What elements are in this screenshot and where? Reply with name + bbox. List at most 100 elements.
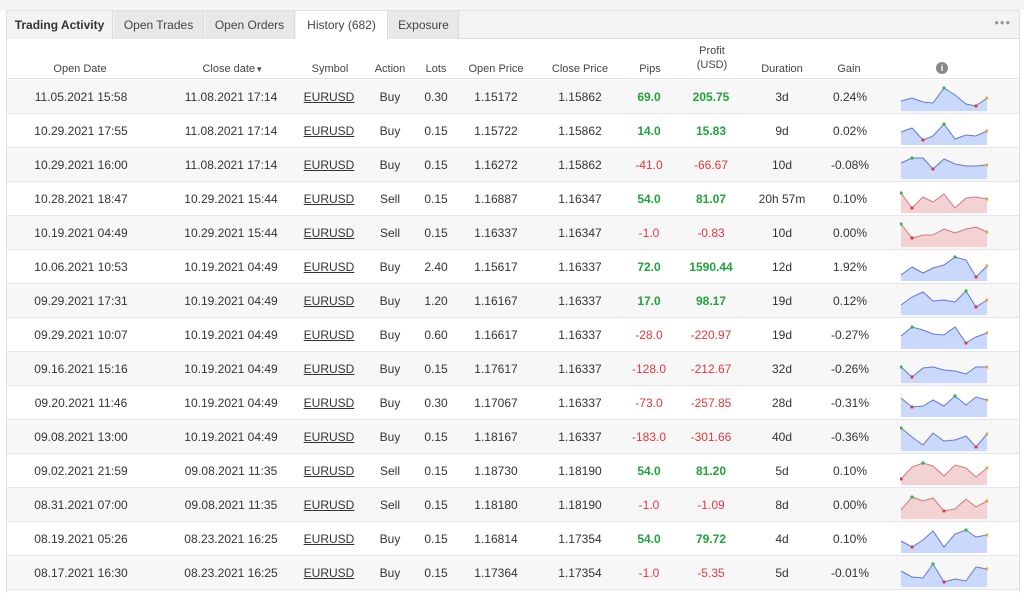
table-row[interactable]: 09.08.2021 13:00 10.19.2021 04:49 EURUSD Bu… [7, 420, 1019, 454]
action-cell: Buy [379, 260, 401, 274]
action-cell: Sell [379, 226, 400, 240]
symbol-link[interactable]: EURUSD [299, 352, 359, 386]
close-date-cell: 10.19.2021 04:49 [184, 260, 278, 274]
table-row[interactable]: 09.16.2021 15:16 10.19.2021 04:49 EURUSD Bu… [7, 352, 1019, 386]
trade-sparkline [900, 394, 988, 417]
action-cell: Buy [379, 90, 401, 104]
sparkline-high-dot [931, 562, 935, 566]
duration-cell: 4d [775, 532, 789, 546]
profit-cell: -212.67 [690, 362, 732, 376]
pips-cell: -183.0 [631, 430, 667, 444]
table-row[interactable]: 11.05.2021 15:58 11.08.2021 17:14 EURUSD Bu… [7, 80, 1019, 114]
symbol-link[interactable]: EURUSD [299, 318, 359, 352]
duration-cell: 9d [775, 124, 789, 138]
col-gain[interactable]: Gain [827, 40, 871, 79]
tab-exposure[interactable]: Exposure [389, 11, 459, 39]
table-row[interactable]: 09.29.2021 10:07 10.19.2021 04:49 EURUSD Bu… [7, 318, 1019, 352]
col-pips[interactable]: Pips [631, 40, 669, 79]
table-row[interactable]: 09.29.2021 17:31 10.19.2021 04:49 EURUSD Bu… [7, 284, 1019, 318]
info-icon[interactable]: i [936, 62, 948, 74]
sparkline-high-dot [942, 122, 946, 126]
symbol-link[interactable]: EURUSD [299, 114, 359, 148]
sparkline-low-dot [974, 305, 978, 309]
table-row[interactable]: 08.17.2021 16:30 08.23.2021 16:25 EURUSD Bu… [7, 556, 1019, 590]
sort-desc-icon: ▾ [257, 64, 262, 74]
close-price-cell: 1.16337 [558, 362, 602, 376]
tab-open-orders[interactable]: Open Orders [205, 11, 295, 39]
symbol-link[interactable]: EURUSD [299, 284, 359, 318]
table-row[interactable]: 09.02.2021 21:59 09.08.2021 11:35 EURUSD Se… [7, 454, 1019, 488]
table-row[interactable]: 10.28.2021 18:47 10.29.2021 15:44 EURUSD Se… [7, 182, 1019, 216]
col-profit[interactable]: Profit (USD) [685, 40, 739, 79]
sparkline-low-dot [910, 405, 914, 409]
profit-cell: -5.35 [697, 566, 725, 580]
more-options-icon[interactable]: ••• [994, 15, 1011, 30]
pips-cell: -73.0 [635, 396, 663, 410]
duration-cell: 5d [775, 566, 789, 580]
col-close-date[interactable]: Close date ▾ [179, 40, 285, 79]
open-date-cell: 10.28.2021 18:47 [34, 192, 128, 206]
table-row[interactable]: 10.06.2021 10:53 10.19.2021 04:49 EURUSD Bu… [7, 250, 1019, 284]
close-date-cell: 08.23.2021 16:25 [184, 532, 278, 546]
symbol-link[interactable]: EURUSD [299, 556, 359, 590]
symbol-link[interactable]: EURUSD [299, 420, 359, 454]
symbol-link[interactable]: EURUSD [299, 488, 359, 522]
table-row[interactable]: 10.19.2021 04:49 10.29.2021 15:44 EURUSD Se… [7, 216, 1019, 250]
open-date-cell: 08.17.2021 16:30 [34, 566, 128, 580]
symbol-link[interactable]: EURUSD [299, 148, 359, 182]
close-date-cell: 11.08.2021 17:14 [184, 158, 278, 172]
lots-cell: 0.15 [424, 566, 448, 580]
trade-sparkline [900, 365, 988, 383]
duration-cell: 20h 57m [758, 192, 806, 206]
close-price-cell: 1.16337 [558, 328, 602, 342]
symbol-link[interactable]: EURUSD [299, 386, 359, 420]
tab-open-trades[interactable]: Open Trades [114, 11, 204, 39]
action-cell: Buy [379, 158, 401, 172]
col-symbol[interactable]: Symbol [301, 40, 359, 79]
profit-cell: 98.17 [695, 294, 727, 308]
pips-cell: 69.0 [637, 90, 661, 104]
table-row[interactable]: 08.31.2021 07:00 09.08.2021 11:35 EURUSD Se… [7, 488, 1019, 522]
sparkline-low-dot [964, 341, 968, 345]
symbol-link[interactable]: EURUSD [299, 216, 359, 250]
symbol-link[interactable]: EURUSD [299, 250, 359, 284]
symbol-link[interactable]: EURUSD [299, 522, 359, 556]
tab-history[interactable]: History (682) [296, 11, 388, 40]
pips-cell: 14.0 [637, 124, 661, 138]
symbol-link[interactable]: EURUSD [299, 80, 359, 114]
sparkline-low-dot [910, 375, 914, 379]
col-lots[interactable]: Lots [418, 40, 454, 79]
table-row[interactable]: 10.29.2021 16:00 11.08.2021 17:14 EURUSD Bu… [7, 148, 1019, 182]
col-duration[interactable]: Duration [755, 40, 809, 79]
lots-cell: 0.15 [424, 498, 448, 512]
gain-cell: -0.31% [830, 396, 870, 410]
sparkline-low-dot [974, 275, 978, 279]
table-row[interactable]: 10.29.2021 17:55 11.08.2021 17:14 EURUSD Bu… [7, 114, 1019, 148]
action-cell: Sell [379, 498, 400, 512]
profit-cell: 81.20 [695, 464, 727, 478]
lots-cell: 0.15 [424, 464, 448, 478]
symbol-link[interactable]: EURUSD [299, 182, 359, 216]
table-row[interactable]: 09.20.2021 11:46 10.19.2021 04:49 EURUSD Bu… [7, 386, 1019, 420]
open-date-cell: 09.02.2021 21:59 [34, 464, 128, 478]
open-date-cell: 09.16.2021 15:16 [34, 362, 128, 376]
open-price-cell: 1.18167 [474, 430, 518, 444]
action-cell: Buy [379, 396, 401, 410]
open-price-cell: 1.16272 [474, 158, 518, 172]
symbol-link[interactable]: EURUSD [299, 454, 359, 488]
col-action[interactable]: Action [369, 40, 411, 79]
close-price-cell: 1.16337 [558, 294, 602, 308]
gain-cell: -0.01% [830, 566, 870, 580]
lots-cell: 0.15 [424, 362, 448, 376]
table-row[interactable]: 08.19.2021 05:26 08.23.2021 16:25 EURUSD Bu… [7, 522, 1019, 556]
col-open-price[interactable]: Open Price [463, 40, 529, 79]
profit-cell: -0.83 [697, 226, 725, 240]
close-price-cell: 1.18190 [558, 498, 602, 512]
sparkline-low-dot [910, 236, 914, 240]
pips-cell: 54.0 [637, 192, 661, 206]
col-close-price[interactable]: Close Price [545, 40, 615, 79]
trade-sparkline [900, 255, 988, 281]
action-cell: Sell [379, 464, 400, 478]
pips-cell: 54.0 [637, 532, 661, 546]
col-open-date[interactable]: Open Date [35, 40, 125, 79]
